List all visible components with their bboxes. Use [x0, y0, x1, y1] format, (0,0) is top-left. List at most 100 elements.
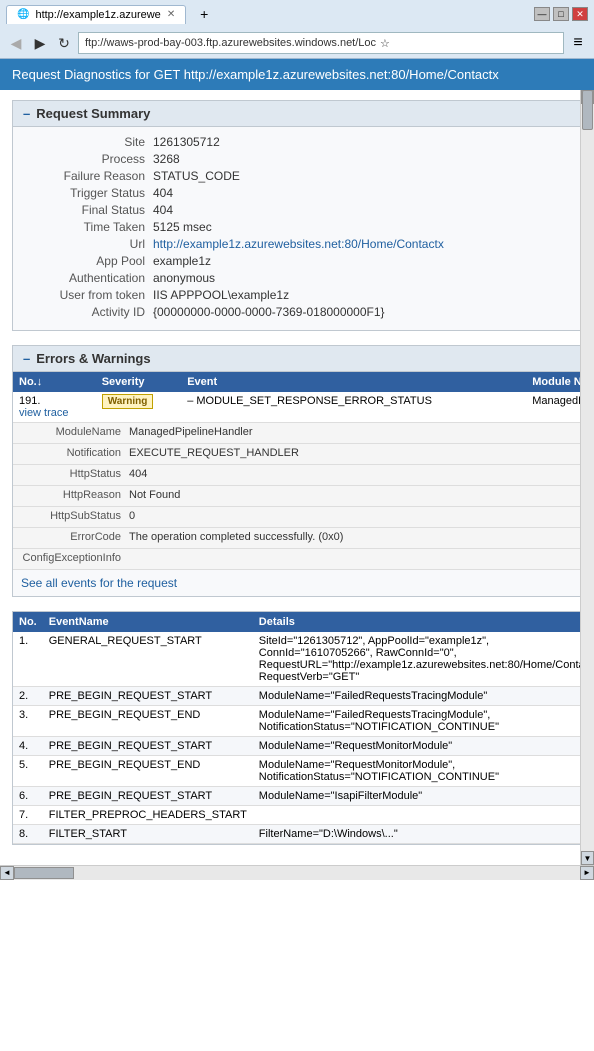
forward-button[interactable]: ▶: [30, 33, 50, 53]
event-details: FilterName="D:\Windows\...": [253, 825, 594, 844]
scroll-left-arrow[interactable]: ◄: [0, 866, 14, 880]
ew-detail-cell: NotificationEXECUTE_REQUEST_HANDLER: [13, 444, 594, 465]
event-no: 8.: [13, 825, 43, 844]
scroll-down-arrow[interactable]: ▼: [581, 851, 594, 865]
event-details: ModuleName="RequestMonitorModule", Notif…: [253, 756, 594, 787]
h-scrollbar-thumb[interactable]: [14, 867, 74, 879]
maximize-button[interactable]: □: [553, 7, 569, 21]
ew-detail-row: ModuleNameManagedPipelineHandler: [13, 423, 594, 444]
detail-label: HttpStatus: [19, 468, 129, 480]
content-area: ▲ ▼ – Request Summary Site1261305712 Proc…: [0, 90, 594, 865]
ew-col-severity: Severity: [96, 372, 182, 392]
ew-detail-cell: ConfigExceptionInfo: [13, 549, 594, 570]
detail-label: HttpReason: [19, 489, 129, 501]
address-bar[interactable]: ftp://waws-prod-bay-003.ftp.azurewebsite…: [78, 32, 564, 54]
summary-row: Activity ID{00000000-0000-0000-7369-0180…: [23, 305, 594, 319]
events-col-details: Details: [253, 612, 594, 632]
errors-warnings-header[interactable]: – Errors & Warnings: [13, 346, 594, 372]
summary-row: Urlhttp://example1z.azurewebsites.net:80…: [23, 237, 594, 251]
events-header-row: No. EventName Details Time: [13, 612, 594, 632]
event-name: GENERAL_REQUEST_START: [43, 632, 253, 687]
ew-main-row: 191.view trace Warning – MODULE_SET_RESP…: [13, 392, 594, 423]
summary-row: User from tokenIIS APPPOOL\example1z: [23, 288, 594, 302]
summary-value: {00000000-0000-0000-7369-018000000F1}: [153, 305, 385, 319]
collapse-icon[interactable]: –: [23, 106, 30, 121]
events-row: 8. FILTER_START FilterName="D:\Windows\.…: [13, 825, 594, 844]
events-row: 4. PRE_BEGIN_REQUEST_START ModuleName="R…: [13, 737, 594, 756]
ew-detail-cell: HttpStatus404: [13, 465, 594, 486]
ew-detail-cell: HttpSubStatus0: [13, 507, 594, 528]
event-no: 4.: [13, 737, 43, 756]
summary-row: Final Status404: [23, 203, 594, 217]
event-details: ModuleName="FailedRequestsTracingModule"…: [253, 706, 594, 737]
event-details: [253, 806, 594, 825]
ew-detail-row: ConfigExceptionInfo: [13, 549, 594, 570]
summary-label: Trigger Status: [23, 186, 153, 200]
errors-warnings-title: Errors & Warnings: [36, 351, 150, 366]
request-summary-table: Site1261305712 Process3268 Failure ReasonS…: [13, 127, 594, 330]
address-text: ftp://waws-prod-bay-003.ftp.azurewebsite…: [85, 37, 376, 49]
tab-title: http://example1z.azurewe: [35, 9, 160, 21]
summary-label: Url: [23, 237, 153, 251]
window-controls: — □ ✕: [534, 7, 588, 21]
summary-label: Authentication: [23, 271, 153, 285]
close-button[interactable]: ✕: [572, 7, 588, 21]
vertical-scrollbar[interactable]: ▲ ▼: [580, 90, 594, 865]
detail-label: Notification: [19, 447, 129, 459]
summary-value: anonymous: [153, 271, 215, 285]
summary-value[interactable]: http://example1z.azurewebsites.net:80/Ho…: [153, 237, 444, 251]
event-name: PRE_BEGIN_REQUEST_END: [43, 706, 253, 737]
browser-menu-button[interactable]: ≡: [568, 33, 588, 53]
event-no: 1.: [13, 632, 43, 687]
summary-value: 1261305712: [153, 135, 220, 149]
summary-row: Authenticationanonymous: [23, 271, 594, 285]
ew-event: – MODULE_SET_RESPONSE_ERROR_STATUS: [181, 392, 526, 423]
event-details: ModuleName="IsapiFilterModule": [253, 787, 594, 806]
summary-row: Site1261305712: [23, 135, 594, 149]
event-no: 5.: [13, 756, 43, 787]
event-name: PRE_BEGIN_REQUEST_END: [43, 756, 253, 787]
browser-tab[interactable]: 🌐 http://example1z.azurewe ✕: [6, 5, 186, 24]
request-summary-header[interactable]: – Request Summary: [13, 101, 594, 127]
summary-label: Failure Reason: [23, 169, 153, 183]
ew-detail-row: HttpStatus404: [13, 465, 594, 486]
back-button[interactable]: ◀: [6, 33, 26, 53]
ew-detail-cell: ErrorCodeThe operation completed success…: [13, 528, 594, 549]
new-tab-button[interactable]: +: [194, 4, 214, 24]
scrollbar-thumb[interactable]: [582, 90, 593, 130]
events-col-no: No.: [13, 612, 43, 632]
ew-detail-row: ErrorCodeThe operation completed success…: [13, 528, 594, 549]
events-row: 1. GENERAL_REQUEST_START SiteId="1261305…: [13, 632, 594, 687]
events-row: 2. PRE_BEGIN_REQUEST_START ModuleName="F…: [13, 687, 594, 706]
summary-row: Process3268: [23, 152, 594, 166]
ew-no: 191.view trace: [13, 392, 96, 423]
detail-value: EXECUTE_REQUEST_HANDLER: [129, 447, 594, 459]
event-no: 2.: [13, 687, 43, 706]
ew-severity: Warning: [96, 392, 182, 423]
detail-value: The operation completed successfully. (0…: [129, 531, 594, 543]
event-details: ModuleName="RequestMonitorModule": [253, 737, 594, 756]
tab-close-btn[interactable]: ✕: [167, 9, 175, 20]
refresh-button[interactable]: ↻: [54, 33, 74, 53]
ew-header-row: No.↓ Severity Event Module Name: [13, 372, 594, 392]
warning-badge: Warning: [102, 394, 154, 409]
summary-value: 404: [153, 186, 173, 200]
detail-label: HttpSubStatus: [19, 510, 129, 522]
summary-value: 404: [153, 203, 173, 217]
horizontal-scrollbar[interactable]: ◄ ►: [0, 865, 594, 879]
summary-label: Final Status: [23, 203, 153, 217]
summary-row: Failure ReasonSTATUS_CODE: [23, 169, 594, 183]
summary-link[interactable]: http://example1z.azurewebsites.net:80/Ho…: [153, 237, 444, 251]
see-all-events-link[interactable]: See all events for the request: [13, 570, 594, 596]
ew-collapse-icon[interactable]: –: [23, 351, 30, 366]
detail-label: ErrorCode: [19, 531, 129, 543]
detail-label: ConfigExceptionInfo: [19, 552, 129, 564]
detail-value: Not Found: [129, 489, 594, 501]
scroll-right-arrow[interactable]: ►: [580, 866, 594, 880]
bookmark-icon[interactable]: ☆: [380, 37, 390, 50]
events-section: No. EventName Details Time 1. GENERAL_RE…: [12, 611, 594, 845]
summary-value: IIS APPPOOL\example1z: [153, 288, 289, 302]
minimize-button[interactable]: —: [534, 7, 550, 21]
view-trace-link[interactable]: view trace: [19, 407, 69, 419]
event-no: 6.: [13, 787, 43, 806]
